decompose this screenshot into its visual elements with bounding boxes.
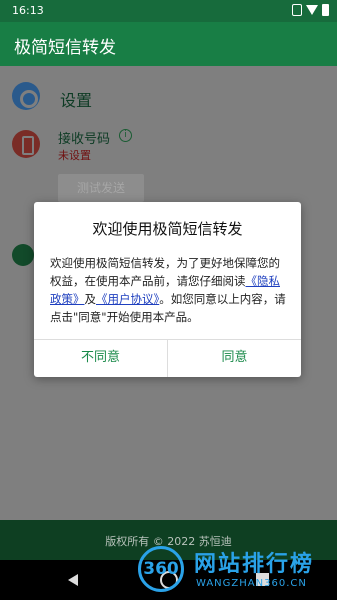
app-bar: 极简短信转发 bbox=[0, 22, 337, 66]
settings-label[interactable]: 设置 bbox=[60, 87, 92, 111]
disagree-button[interactable]: 不同意 bbox=[34, 339, 167, 377]
receive-number-label: 接收号码 bbox=[58, 132, 111, 147]
watermark-url: WANGZHAN360.CN bbox=[196, 578, 307, 589]
dialog-title: 欢迎使用极简短信转发 bbox=[92, 220, 243, 238]
dialog-body-and: 及 bbox=[84, 292, 97, 306]
user-agreement-link[interactable]: 《用户协议》 bbox=[96, 292, 159, 306]
agree-button[interactable]: 同意 bbox=[168, 339, 301, 377]
info-icon[interactable]: i bbox=[119, 129, 132, 142]
dialog-body: 欢迎使用极简短信转发，为了更好地保障您的权益，在使用本产品前，请您仔细阅读《隐私… bbox=[50, 254, 290, 326]
watermark: 360 网站排行榜 WANGZHAN360.CN bbox=[138, 538, 337, 600]
test-send-button[interactable]: 测试发送 bbox=[58, 174, 144, 202]
privacy-dialog: 欢迎使用极简短信转发 欢迎使用极简短信转发，为了更好地保障您的权益，在使用本产品… bbox=[34, 202, 301, 377]
phone-icon bbox=[12, 130, 40, 158]
status-icons bbox=[292, 4, 329, 16]
receive-number-status: 未设置 bbox=[58, 149, 91, 162]
wifi-icon bbox=[306, 5, 318, 15]
battery-icon bbox=[322, 4, 329, 16]
gear-icon[interactable] bbox=[12, 82, 40, 110]
sms-icon bbox=[12, 244, 34, 266]
back-icon[interactable] bbox=[68, 574, 78, 586]
watermark-logo: 360 bbox=[138, 546, 184, 592]
app-title: 极简短信转发 bbox=[14, 38, 116, 58]
status-bar: 16:13 bbox=[0, 0, 337, 22]
vibrate-icon bbox=[292, 4, 302, 16]
watermark-name: 网站排行榜 bbox=[194, 552, 315, 577]
status-time: 16:13 bbox=[12, 4, 44, 17]
